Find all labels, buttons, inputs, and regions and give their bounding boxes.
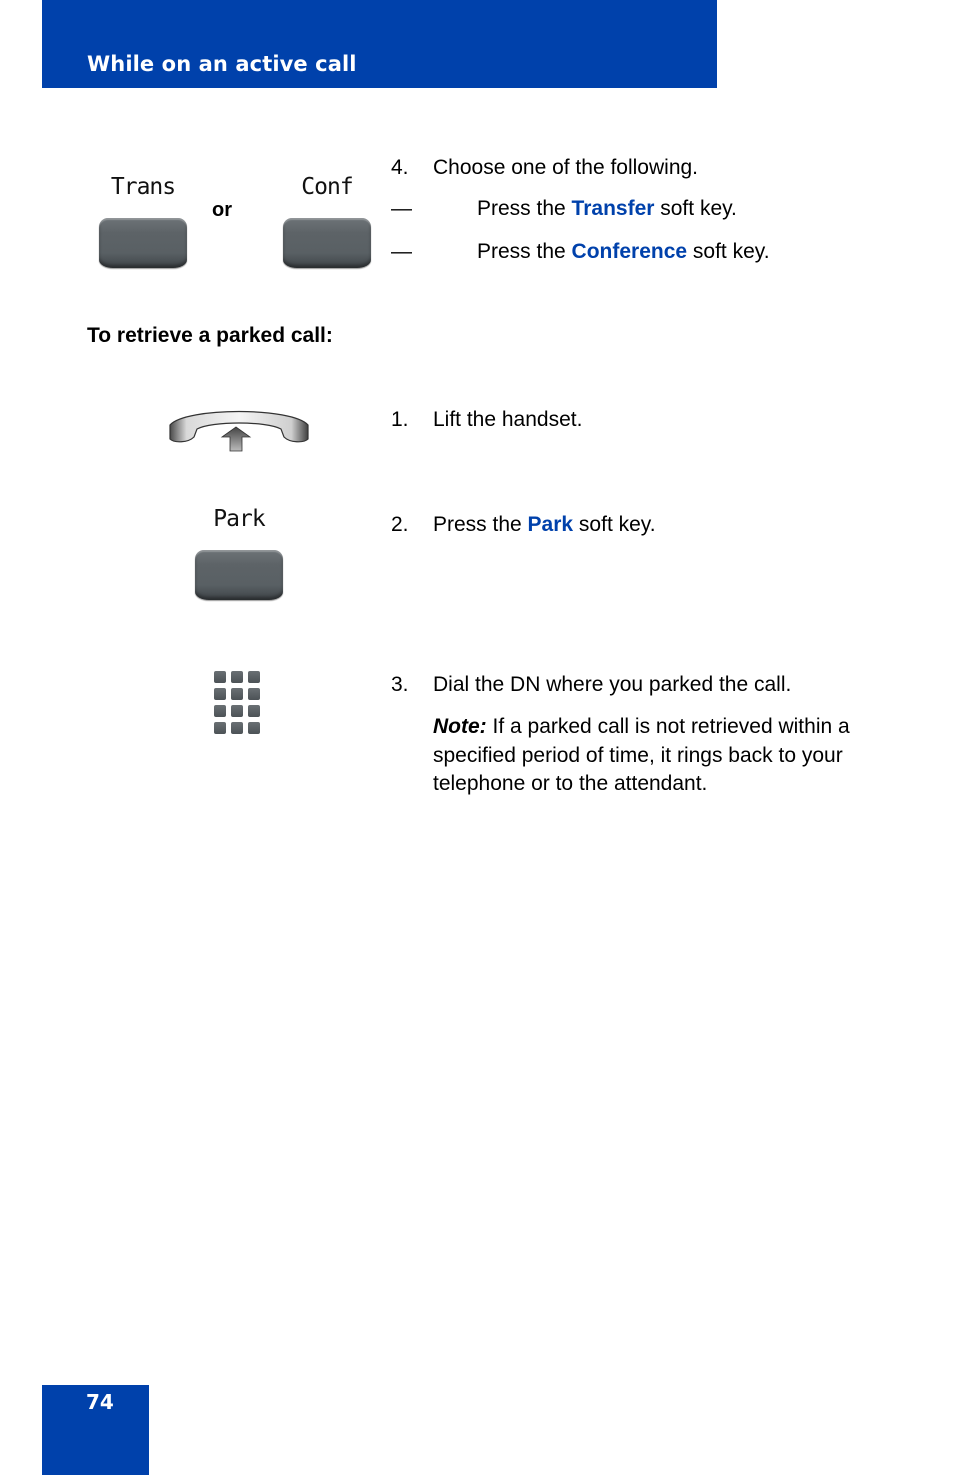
- page-header-band: While on an active call: [42, 0, 717, 88]
- dialpad-key: [214, 722, 226, 734]
- or-label: or: [212, 199, 232, 221]
- softkey-label: Conf: [301, 174, 353, 200]
- option-prefix: Press the: [477, 197, 572, 220]
- dialpad-key: [231, 722, 243, 734]
- dash-bullet: —: [391, 240, 412, 263]
- option-suffix: soft key.: [687, 240, 770, 263]
- dash-bullet: —: [391, 197, 412, 220]
- handset-lift-icon: [166, 403, 312, 458]
- step-number: 3.: [391, 673, 409, 696]
- retrieve-parked-call-heading: To retrieve a parked call:: [87, 324, 333, 347]
- dialpad-key: [214, 688, 226, 700]
- softkey-button-icon: [195, 550, 283, 600]
- dialpad-key: [248, 671, 260, 683]
- dialpad-key: [248, 722, 260, 734]
- note-text: If a parked call is not retrieved within…: [433, 715, 850, 796]
- page-number: 74: [86, 1390, 114, 1414]
- dialpad-key: [248, 688, 260, 700]
- dialpad-key: [214, 705, 226, 717]
- dialpad-icon: [214, 671, 260, 734]
- softkey-label: Trans: [110, 174, 176, 200]
- step-text: Dial the DN where you parked the call.: [433, 673, 792, 696]
- softkey-label: Park: [213, 506, 265, 532]
- step-number: 1.: [391, 408, 409, 431]
- dialpad-key: [231, 671, 243, 683]
- step-suffix: soft key.: [573, 513, 656, 536]
- page-footer-band: 74: [42, 1385, 149, 1475]
- park-softkey[interactable]: Park: [195, 506, 283, 602]
- conf-softkey[interactable]: Conf: [283, 174, 371, 270]
- section-title: While on an active call: [87, 52, 357, 76]
- dialpad-key: [231, 705, 243, 717]
- step-text: Lift the handset.: [433, 408, 583, 431]
- option-suffix: soft key.: [654, 197, 737, 220]
- trans-softkey[interactable]: Trans: [99, 174, 187, 270]
- keyword-park: Park: [527, 513, 574, 536]
- step-number: 2.: [391, 513, 409, 536]
- softkey-button-icon: [283, 218, 371, 268]
- note-label: Note:: [433, 715, 487, 738]
- dialpad-key: [231, 688, 243, 700]
- step-number: 4.: [391, 156, 409, 179]
- softkey-button-icon: [99, 218, 187, 268]
- keyword-conference: Conference: [571, 240, 688, 263]
- park-timeout-note: Note: If a parked call is not retrieved …: [433, 713, 873, 799]
- dialpad-key: [248, 705, 260, 717]
- dialpad-key: [214, 671, 226, 683]
- option-prefix: Press the: [477, 240, 572, 263]
- step-prefix: Press the: [433, 513, 528, 536]
- keyword-transfer: Transfer: [571, 197, 655, 220]
- step-text: Choose one of the following.: [433, 156, 699, 179]
